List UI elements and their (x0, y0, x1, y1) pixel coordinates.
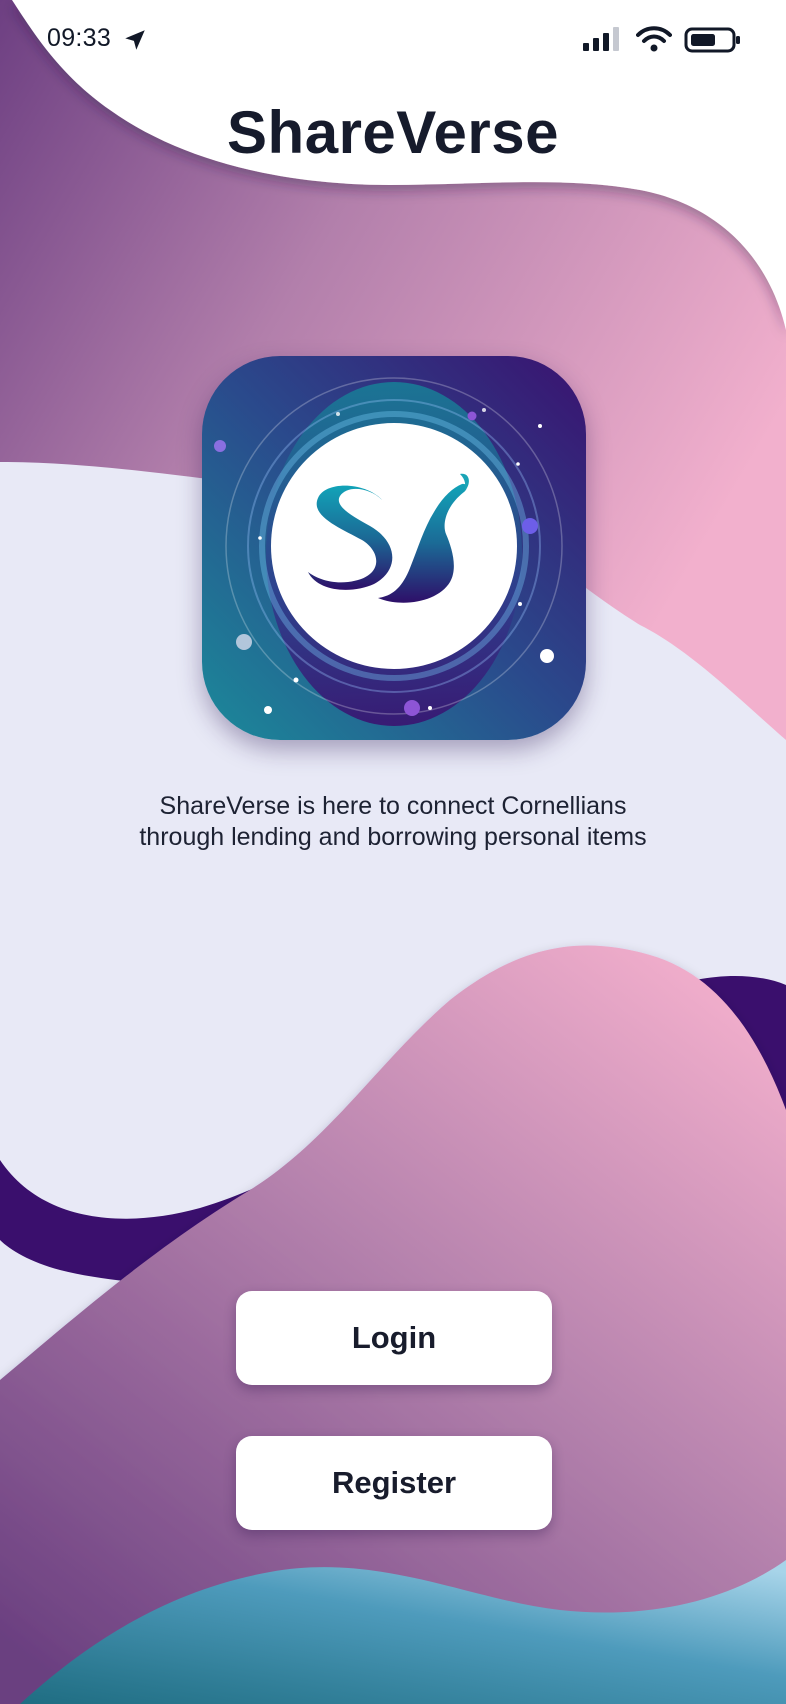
tagline: ShareVerse is here to connect Cornellian… (60, 791, 726, 853)
app-title: ShareVerse (227, 99, 559, 166)
login-button[interactable]: Login (236, 1291, 552, 1385)
tagline-line-1: ShareVerse is here to connect Cornellian… (159, 792, 627, 820)
cellular-signal-icon (583, 27, 619, 51)
app-logo (202, 356, 586, 740)
tagline-line-2: through lending and borrowing personal i… (139, 823, 647, 851)
wifi-icon (636, 26, 672, 52)
register-button[interactable]: Register (236, 1436, 552, 1530)
battery-icon (684, 27, 740, 53)
status-bar: 09:33 (0, 0, 786, 80)
navigation-arrow-icon (125, 30, 145, 50)
status-time: 09:33 (47, 24, 112, 52)
